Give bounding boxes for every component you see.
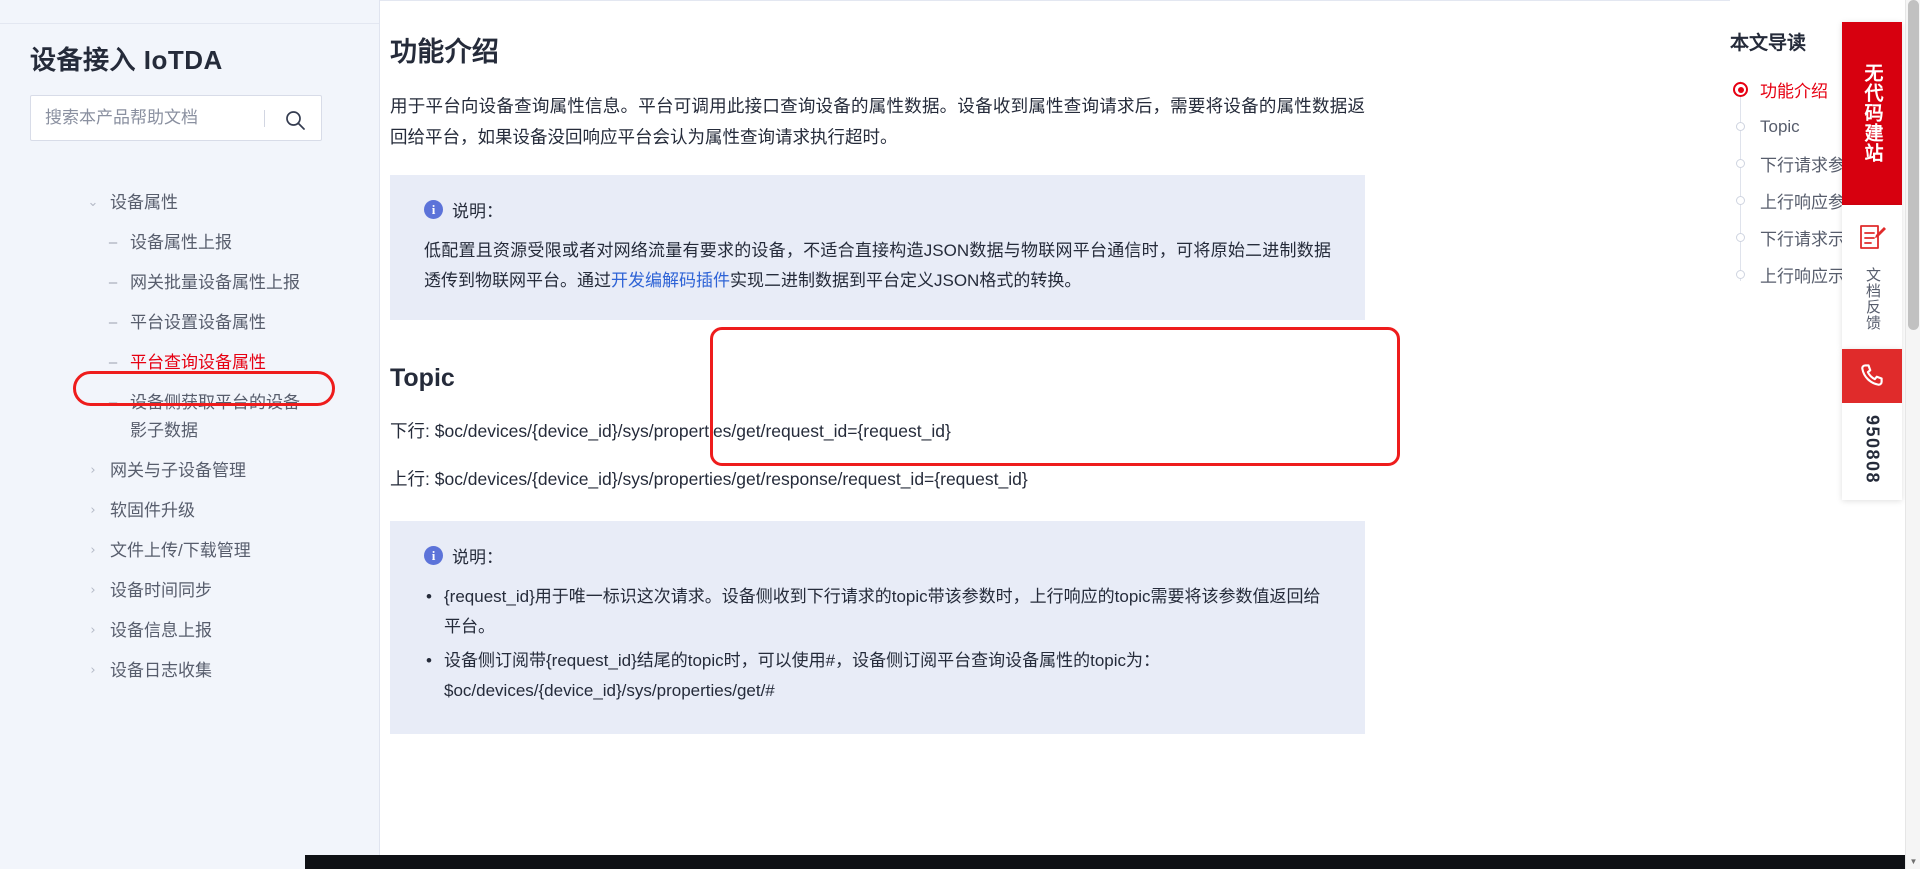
note-callout-2: i 说明： {request_id}用于唯一标识这次请求。设备侧收到下行请求的t… [390,521,1365,734]
sidebar-item-gateway-subdevice[interactable]: › 网关与子设备管理 [30,451,349,491]
note-bullet-list: {request_id}用于唯一标识这次请求。设备侧收到下行请求的topic带该… [424,582,1331,706]
search-divider [264,110,265,127]
list-item: 设备侧订阅带{request_id}结尾的topic时，可以使用#，设备侧订阅平… [424,646,1331,706]
topic-downlink: 下行: $oc/devices/{device_id}/sys/properti… [390,421,951,441]
sidebar-item-label: 设备日志收集 [110,661,212,680]
chevron-right-icon: › [90,543,96,558]
vertical-scrollbar[interactable]: ▲ ▼ [1905,0,1920,869]
sidebar-item-label: 网关批量设备属性上报 [130,273,300,292]
chevron-right-icon: › [90,663,96,678]
doc-feedback-button[interactable]: 文档反馈 [1842,205,1902,349]
dash-icon: – [108,314,118,331]
toc-active-dot-icon [1730,82,1751,97]
topic-section: Topic 下行: $oc/devices/{device_id}/sys/pr… [390,364,1090,495]
note-text-after-link: 实现二进制数据到平台定义JSON格式的转换。 [730,271,1082,290]
sidebar-item-label: 软固件升级 [110,501,195,520]
sidebar-item-time-sync[interactable]: › 设备时间同步 [30,571,349,611]
sidebar-item-device-shadow-data[interactable]: – 设备侧获取平台的设备影子数据 [30,383,349,451]
main-content-area: 功能介绍 用于平台向设备查询属性信息。平台可调用此接口查询设备的属性数据。设备收… [380,0,1730,869]
chevron-right-icon: › [90,623,96,638]
sidebar-item-label: 文件上传/下载管理 [110,541,251,560]
sidebar-item-gateway-batch-report[interactable]: – 网关批量设备属性上报 [30,263,349,303]
note-header: i 说明： [424,543,1331,568]
toc-dot-icon [1730,159,1751,168]
topic-heading: Topic [390,364,455,392]
info-icon: i [424,546,443,565]
search-input[interactable] [31,96,251,140]
scroll-down-arrow-icon[interactable]: ▼ [1906,854,1920,869]
phone-number-label: 950808 [1862,415,1883,485]
info-icon: i [424,200,443,219]
sidebar-item-platform-set-property[interactable]: – 平台设置设备属性 [30,303,349,343]
promo-nocode-website-button[interactable]: 无代码建站 [1842,22,1902,205]
sidebar-item-device-properties[interactable]: ⌄ 设备属性 [30,183,349,223]
dash-icon: – [108,354,118,371]
product-title: 设备接入 IoTDA [30,45,223,75]
sidebar-item-label: 设备属性 [110,193,178,212]
edit-document-icon [1856,221,1888,258]
dash-icon: – [108,394,118,411]
codec-plugin-link[interactable]: 开发编解码插件 [611,271,730,290]
sidebar-item-label: 设备时间同步 [110,581,212,600]
list-item: {request_id}用于唯一标识这次请求。设备侧收到下行请求的topic带该… [424,582,1331,642]
sidebar-nav-tree: ⌄ 设备属性 – 设备属性上报 – 网关批量设备属性上报 – 平台设置设备属性 … [30,183,349,691]
note-body: 低配置且资源受限或者对网络流量有要求的设备，不适合直接构造JSON数据与物联网平… [424,236,1331,296]
horizontal-scrollbar[interactable] [305,855,1905,869]
phone-icon [1842,349,1902,403]
document-body: 功能介绍 用于平台向设备查询属性信息。平台可调用此接口查询设备的属性数据。设备收… [390,0,1395,734]
note-header: i 说明： [424,197,1331,222]
sidebar-top-divider [0,23,379,24]
search-box[interactable] [30,95,322,141]
dash-icon: – [108,234,118,251]
sidebar-item-device-info-report[interactable]: › 设备信息上报 [30,611,349,651]
page-title: 功能介绍 [390,37,500,67]
chevron-down-icon: ⌄ [87,195,99,210]
toc-dot-icon [1730,233,1751,242]
sidebar-item-label: 网关与子设备管理 [110,461,246,480]
toc-dot-icon [1730,196,1751,205]
floating-widget-bar: 无代码建站 文档反馈 950808 [1842,22,1902,501]
note-label: 说明： [452,548,503,567]
sidebar-item-firmware-upgrade[interactable]: › 软固件升级 [30,491,349,531]
scrollbar-thumb[interactable] [1908,0,1919,330]
sidebar-item-label: 设备属性上报 [130,233,232,252]
toc-item-label: Topic [1760,116,1800,136]
left-sidebar: 设备接入 IoTDA ⌄ 设备属性 – 设备属性上报 [0,0,380,869]
sidebar-item-file-transfer[interactable]: › 文件上传/下载管理 [30,531,349,571]
toc-dot-icon [1730,270,1751,279]
toc-item-label: 功能介绍 [1760,82,1828,101]
chevron-right-icon: › [90,583,96,598]
sidebar-item-label: 平台设置设备属性 [130,313,266,332]
sidebar-item-platform-query-property[interactable]: – 平台查询设备属性 [30,343,349,383]
dash-icon: – [108,274,118,291]
chevron-right-icon: › [90,503,96,518]
phone-support-button[interactable]: 950808 [1842,349,1902,501]
doc-feedback-label: 文档反馈 [1864,267,1881,331]
chevron-right-icon: › [90,463,96,478]
sidebar-item-label: 平台查询设备属性 [130,353,266,372]
note-callout-1: i 说明： 低配置且资源受限或者对网络流量有要求的设备，不适合直接构造JSON数… [390,175,1365,320]
sidebar-item-label: 设备信息上报 [110,621,212,640]
sidebar-item-label: 设备侧获取平台的设备影子数据 [130,393,300,440]
note-label: 说明： [452,202,503,221]
topic-uplink: 上行: $oc/devices/{device_id}/sys/properti… [390,469,1028,489]
intro-paragraph: 用于平台向设备查询属性信息。平台可调用此接口查询设备的属性数据。设备收到属性查询… [390,96,1365,147]
search-icon[interactable] [281,106,309,134]
documentation-page: 设备接入 IoTDA ⌄ 设备属性 – 设备属性上报 [0,0,1920,869]
toc-dot-icon [1730,122,1751,131]
sidebar-item-property-report[interactable]: – 设备属性上报 [30,223,349,263]
sidebar-item-device-log-collect[interactable]: › 设备日志收集 [30,651,349,691]
